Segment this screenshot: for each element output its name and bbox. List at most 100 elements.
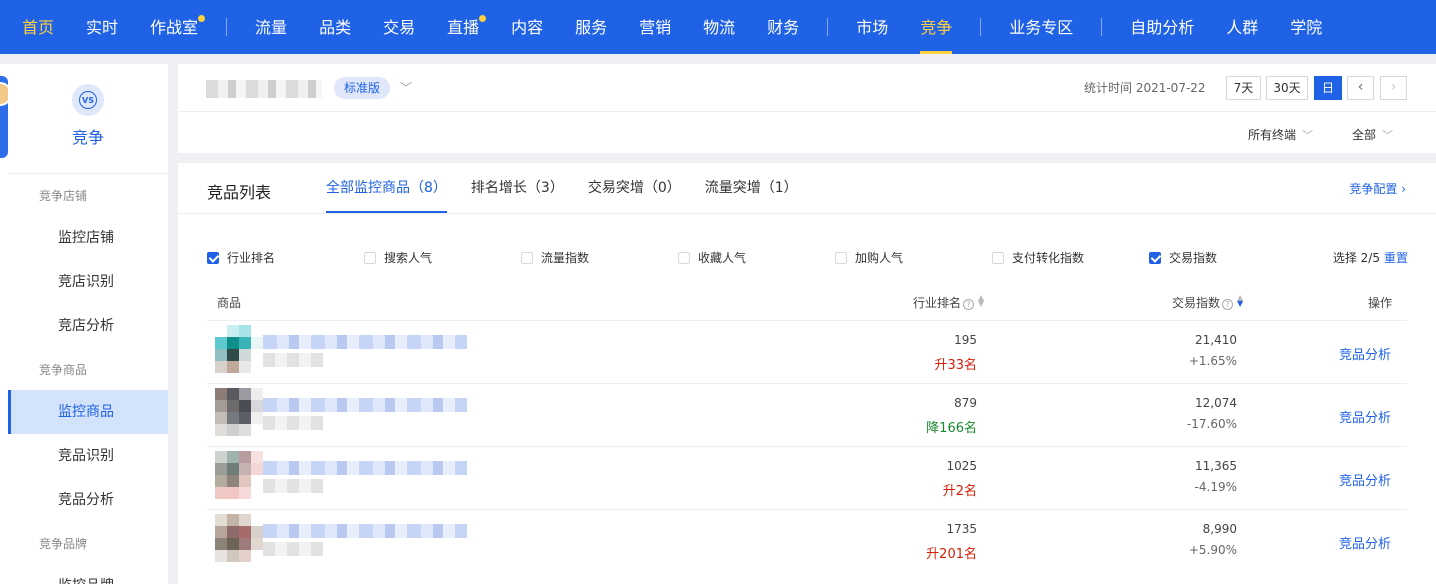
competition-config-link[interactable]: 竞争配置 › bbox=[1349, 180, 1406, 197]
product-thumbnail[interactable] bbox=[215, 325, 263, 373]
sidebar-section-label: 竞争商品 bbox=[39, 363, 88, 377]
metric-checkbox[interactable]: 加购人气 bbox=[835, 249, 903, 266]
checkbox-icon[interactable] bbox=[992, 251, 1004, 264]
chevron-right-icon: › bbox=[1401, 182, 1406, 196]
reset-link[interactable]: 重置 bbox=[1384, 251, 1408, 265]
checkbox-icon[interactable] bbox=[207, 251, 219, 264]
chevron-down-icon[interactable]: ﹀ bbox=[400, 79, 412, 96]
competitor-analysis-link[interactable]: 竞品分析 bbox=[1339, 407, 1391, 426]
rank-value: 195 bbox=[954, 333, 977, 347]
list-tab[interactable]: 交易突增（0） bbox=[588, 163, 681, 213]
column-header-trade[interactable]: 交易指数 ?▲ ▼ bbox=[1172, 294, 1243, 311]
list-tabs: 全部监控商品（8） 排名增长（3） 交易突增（0） 流量突增（1） bbox=[318, 163, 822, 213]
metric-checkbox[interactable]: 行业排名 bbox=[207, 249, 275, 266]
list-tab[interactable]: 排名增长（3） bbox=[471, 163, 564, 213]
nav-group: 自助分析 人群 学院 bbox=[1114, 0, 1338, 54]
nav-divider bbox=[827, 18, 829, 36]
metric-selector: 行业排名 搜索人气 流量指数 收藏人气 加购人气 支付转化指数 交易指数 bbox=[178, 249, 1436, 265]
checkbox-icon[interactable] bbox=[364, 251, 376, 264]
sidebar-header: VS 竞争 bbox=[8, 64, 168, 174]
nav-item[interactable]: 学院 bbox=[1274, 0, 1338, 54]
competitor-analysis-link[interactable]: 竞品分析 bbox=[1339, 470, 1391, 489]
sidebar-item[interactable]: 监控店铺 bbox=[8, 216, 168, 260]
metric-checkbox[interactable]: 搜索人气 bbox=[364, 249, 432, 266]
nav-item[interactable]: 人群 bbox=[1210, 0, 1274, 54]
checkbox-icon[interactable] bbox=[678, 251, 690, 264]
column-header-product: 商品 bbox=[217, 296, 242, 310]
checkbox-icon[interactable] bbox=[1149, 251, 1161, 264]
next-date-button[interactable]: › bbox=[1380, 76, 1407, 100]
nav-item[interactable]: 物流 bbox=[687, 0, 751, 54]
rank-change: 升201名 bbox=[926, 547, 977, 562]
rank-change: 升33名 bbox=[934, 358, 977, 373]
sidebar-item[interactable]: 竞品识别 bbox=[8, 434, 168, 478]
checkbox-icon[interactable] bbox=[835, 251, 847, 264]
config-link-label: 竞争配置 bbox=[1349, 182, 1398, 196]
product-title-redacted[interactable] bbox=[263, 461, 467, 475]
table-row: 879 降166名 12,074 -17.60% 竞品分析 bbox=[207, 383, 1407, 446]
list-tab[interactable]: 全部监控商品（8） bbox=[326, 163, 447, 213]
nav-item[interactable]: 市场 bbox=[840, 0, 904, 54]
metric-checkbox[interactable]: 支付转化指数 bbox=[992, 249, 1084, 266]
sidebar-item[interactable]: 监控品牌 bbox=[8, 564, 168, 584]
nav-item[interactable]: 首页 bbox=[0, 0, 70, 54]
nav-item[interactable]: 业务专区 bbox=[993, 0, 1089, 54]
nav-item[interactable]: 内容 bbox=[495, 0, 559, 54]
product-title-redacted[interactable] bbox=[263, 335, 467, 349]
trade-header-label: 交易指数 bbox=[1172, 296, 1221, 310]
help-icon[interactable]: ? bbox=[1222, 299, 1234, 310]
product-title-redacted[interactable] bbox=[263, 398, 467, 412]
sidebar-item[interactable]: 竞店分析 bbox=[8, 304, 168, 348]
metric-checkbox[interactable]: 流量指数 bbox=[521, 249, 589, 266]
nav-item[interactable]: 品类 bbox=[303, 0, 367, 54]
range-7d-button[interactable]: 7天 bbox=[1226, 76, 1261, 100]
competitor-analysis-link[interactable]: 竞品分析 bbox=[1339, 533, 1391, 552]
prev-date-button[interactable]: ‹ bbox=[1347, 76, 1374, 100]
nav-item[interactable]: 自助分析 bbox=[1114, 0, 1210, 54]
stat-time: 统计时间 2021-07-22 bbox=[1084, 81, 1206, 95]
sidebar-item[interactable]: 竞店识别 bbox=[8, 260, 168, 304]
notification-dot bbox=[479, 15, 487, 22]
product-thumbnail[interactable] bbox=[215, 514, 263, 562]
vs-icon: VS bbox=[72, 84, 104, 116]
chevron-down-icon: ﹀ bbox=[1382, 129, 1394, 142]
product-thumbnail[interactable] bbox=[215, 451, 263, 499]
range-day-button[interactable]: 日 bbox=[1314, 76, 1342, 100]
nav-group: 首页 实时 作战室 bbox=[0, 0, 214, 54]
list-tab[interactable]: 流量突增（1） bbox=[705, 163, 798, 213]
nav-item[interactable]: 直播 bbox=[431, 0, 495, 54]
table-row: 1025 升2名 11,365 -4.19% 竞品分析 bbox=[207, 446, 1407, 509]
sidebar-title: 竞争 bbox=[71, 128, 104, 147]
checkbox-icon[interactable] bbox=[521, 251, 533, 264]
assistant-float-button[interactable] bbox=[0, 76, 8, 158]
rank-value: 1025 bbox=[946, 459, 977, 473]
nav-item[interactable]: 实时 bbox=[70, 0, 134, 54]
competitor-analysis-link[interactable]: 竞品分析 bbox=[1339, 344, 1391, 363]
header-card: 标准版 ﹀ 统计时间 2021-07-22 7天 30天 日 ‹ › 所有终端 ﹀… bbox=[178, 64, 1436, 153]
terminal-filter[interactable]: 所有终端 ﹀ bbox=[1248, 126, 1313, 143]
scope-filter[interactable]: 全部 ﹀ bbox=[1352, 126, 1393, 143]
product-title-redacted[interactable] bbox=[263, 524, 467, 538]
sidebar-item[interactable]: 竞品分析 bbox=[8, 478, 168, 522]
column-header-rank[interactable]: 行业排名 ?▲ ▼ bbox=[913, 294, 984, 311]
product-thumbnail[interactable] bbox=[215, 388, 263, 436]
help-icon[interactable]: ? bbox=[963, 299, 975, 310]
trade-index-change: -17.60% bbox=[1186, 417, 1237, 431]
nav-item[interactable]: 流量 bbox=[239, 0, 303, 54]
range-30d-button[interactable]: 30天 bbox=[1266, 76, 1308, 100]
sort-icon[interactable]: ▲ ▼ bbox=[1237, 294, 1243, 308]
sort-icon[interactable]: ▲ ▼ bbox=[978, 294, 984, 308]
nav-item[interactable]: 营销 bbox=[623, 0, 687, 54]
rank-value: 1735 bbox=[946, 522, 977, 536]
nav-item[interactable]: 竞争 bbox=[904, 0, 968, 54]
nav-item[interactable]: 服务 bbox=[559, 0, 623, 54]
sidebar-section-label: 竞争店铺 bbox=[39, 189, 88, 203]
metric-checkbox[interactable]: 交易指数 bbox=[1149, 249, 1217, 266]
terminal-filter-label: 所有终端 bbox=[1248, 128, 1297, 142]
nav-item[interactable]: 财务 bbox=[751, 0, 815, 54]
nav-item[interactable]: 交易 bbox=[367, 0, 431, 54]
sidebar-item[interactable]: 监控商品 bbox=[8, 390, 168, 434]
nav-item[interactable]: 作战室 bbox=[134, 0, 214, 54]
version-badge[interactable]: 标准版 bbox=[334, 77, 391, 99]
metric-checkbox[interactable]: 收藏人气 bbox=[678, 249, 746, 266]
